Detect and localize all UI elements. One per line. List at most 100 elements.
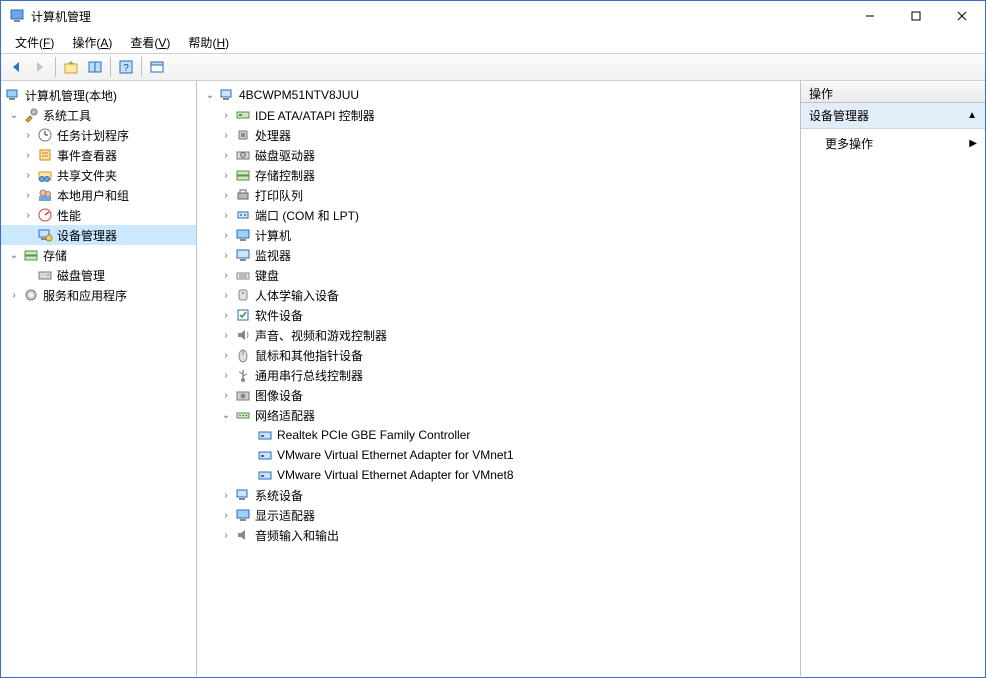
tree-task-scheduler[interactable]: ›任务计划程序 (1, 125, 196, 145)
collapse-section-icon[interactable]: ▲ (967, 110, 977, 121)
expand-icon[interactable]: › (219, 368, 233, 382)
expand-icon[interactable]: › (219, 148, 233, 162)
collapse-icon[interactable]: ⌄ (203, 88, 217, 102)
menu-action[interactable]: 操作(A) (64, 32, 120, 53)
nic-icon (257, 467, 273, 483)
expand-icon[interactable]: › (219, 308, 233, 322)
device-mgr-icon (37, 227, 53, 243)
device-category[interactable]: ›系统设备 (197, 485, 800, 505)
services-icon (23, 287, 39, 303)
expand-icon[interactable]: › (219, 488, 233, 502)
menu-help[interactable]: 帮助(H) (180, 32, 237, 53)
actions-section[interactable]: 设备管理器 ▲ (801, 103, 985, 129)
up-button[interactable] (60, 56, 82, 78)
tree-storage[interactable]: ⌄存储 (1, 245, 196, 265)
expand-icon[interactable]: › (219, 108, 233, 122)
device-category[interactable]: ›计算机 (197, 225, 800, 245)
computer-icon (219, 87, 235, 103)
show-hide-console-button[interactable] (84, 56, 106, 78)
expand-icon[interactable]: › (219, 228, 233, 242)
minimize-button[interactable] (847, 1, 893, 31)
device-category-network[interactable]: ⌄网络适配器 (197, 405, 800, 425)
device-category[interactable]: ›打印队列 (197, 185, 800, 205)
properties-button[interactable] (146, 56, 168, 78)
storage-icon (23, 247, 39, 263)
network-adapter-item[interactable]: VMware Virtual Ethernet Adapter for VMne… (197, 445, 800, 465)
device-category[interactable]: ›软件设备 (197, 305, 800, 325)
disk-icon (37, 267, 53, 283)
network-adapter-item[interactable]: Realtek PCIe GBE Family Controller (197, 425, 800, 445)
cpu-icon (235, 127, 251, 143)
menu-file[interactable]: 文件(F) (7, 32, 62, 53)
titlebar: 计算机管理 (1, 1, 985, 31)
expand-icon[interactable]: › (219, 528, 233, 542)
device-category[interactable]: ›监视器 (197, 245, 800, 265)
expand-icon[interactable]: › (219, 248, 233, 262)
device-category[interactable]: ›处理器 (197, 125, 800, 145)
device-category[interactable]: ›磁盘驱动器 (197, 145, 800, 165)
device-category[interactable]: ›音频输入和输出 (197, 525, 800, 545)
disk-drive-icon (235, 147, 251, 163)
expand-icon[interactable]: › (219, 168, 233, 182)
expand-icon[interactable]: › (21, 168, 35, 182)
actions-pane: 操作 设备管理器 ▲ 更多操作 ▶ (801, 81, 985, 676)
expand-icon[interactable]: › (219, 288, 233, 302)
device-category[interactable]: ›通用串行总线控制器 (197, 365, 800, 385)
device-root[interactable]: ⌄ 4BCWPM51NTV8JUU (197, 85, 800, 105)
device-category[interactable]: ›声音、视频和游戏控制器 (197, 325, 800, 345)
tree-event-viewer[interactable]: ›事件查看器 (1, 145, 196, 165)
device-tree[interactable]: ⌄ 4BCWPM51NTV8JUU ›IDE ATA/ATAPI 控制器›处理器… (197, 81, 801, 676)
device-category[interactable]: ›存储控制器 (197, 165, 800, 185)
collapse-icon[interactable]: ⌄ (7, 108, 21, 122)
app-icon (9, 8, 25, 24)
camera-icon (235, 387, 251, 403)
device-category[interactable]: ›图像设备 (197, 385, 800, 405)
collapse-icon[interactable]: ⌄ (7, 248, 21, 262)
device-category[interactable]: ›IDE ATA/ATAPI 控制器 (197, 105, 800, 125)
back-button[interactable] (5, 56, 27, 78)
device-category[interactable]: ›端口 (COM 和 LPT) (197, 205, 800, 225)
console-tree[interactable]: 计算机管理(本地) ⌄ 系统工具 ›任务计划程序 ›事件查看器 (1, 81, 197, 676)
software-icon (235, 307, 251, 323)
port-icon (235, 207, 251, 223)
collapse-icon[interactable]: ⌄ (219, 408, 233, 422)
expand-icon[interactable]: › (219, 208, 233, 222)
expand-icon[interactable]: › (219, 328, 233, 342)
network-adapter-item[interactable]: VMware Virtual Ethernet Adapter for VMne… (197, 465, 800, 485)
expand-icon[interactable]: › (21, 148, 35, 162)
tree-services-apps[interactable]: ›服务和应用程序 (1, 285, 196, 305)
tree-disk-mgmt[interactable]: 磁盘管理 (1, 265, 196, 285)
expand-icon[interactable]: › (219, 388, 233, 402)
device-category[interactable]: ›键盘 (197, 265, 800, 285)
device-category[interactable]: ›显示适配器 (197, 505, 800, 525)
maximize-button[interactable] (893, 1, 939, 31)
expand-icon[interactable]: › (219, 508, 233, 522)
tree-device-manager[interactable]: 设备管理器 (1, 225, 196, 245)
expand-icon[interactable]: › (219, 188, 233, 202)
nic-icon (257, 447, 273, 463)
expand-icon[interactable]: › (7, 288, 21, 302)
tree-performance[interactable]: ›性能 (1, 205, 196, 225)
menu-view[interactable]: 查看(V) (122, 32, 178, 53)
nic-icon (257, 427, 273, 443)
workspace: 计算机管理(本地) ⌄ 系统工具 ›任务计划程序 ›事件查看器 (1, 81, 985, 676)
expand-icon[interactable]: › (21, 208, 35, 222)
device-category[interactable]: ›鼠标和其他指针设备 (197, 345, 800, 365)
action-more[interactable]: 更多操作 ▶ (801, 129, 985, 158)
keyboard-icon (235, 267, 251, 283)
device-category[interactable]: ›人体学输入设备 (197, 285, 800, 305)
expand-icon[interactable]: › (21, 188, 35, 202)
tree-shared-folders[interactable]: ›共享文件夹 (1, 165, 196, 185)
storage-ctrl-icon (235, 167, 251, 183)
tree-root-computer-mgmt[interactable]: 计算机管理(本地) (1, 85, 196, 105)
event-icon (37, 147, 53, 163)
expand-icon[interactable]: › (219, 128, 233, 142)
expand-icon[interactable]: › (21, 128, 35, 142)
expand-icon[interactable]: › (219, 268, 233, 282)
close-button[interactable] (939, 1, 985, 31)
tree-system-tools[interactable]: ⌄ 系统工具 (1, 105, 196, 125)
forward-button[interactable] (29, 56, 51, 78)
expand-icon[interactable]: › (219, 348, 233, 362)
help-button[interactable]: ? (115, 56, 137, 78)
tree-local-users[interactable]: ›本地用户和组 (1, 185, 196, 205)
